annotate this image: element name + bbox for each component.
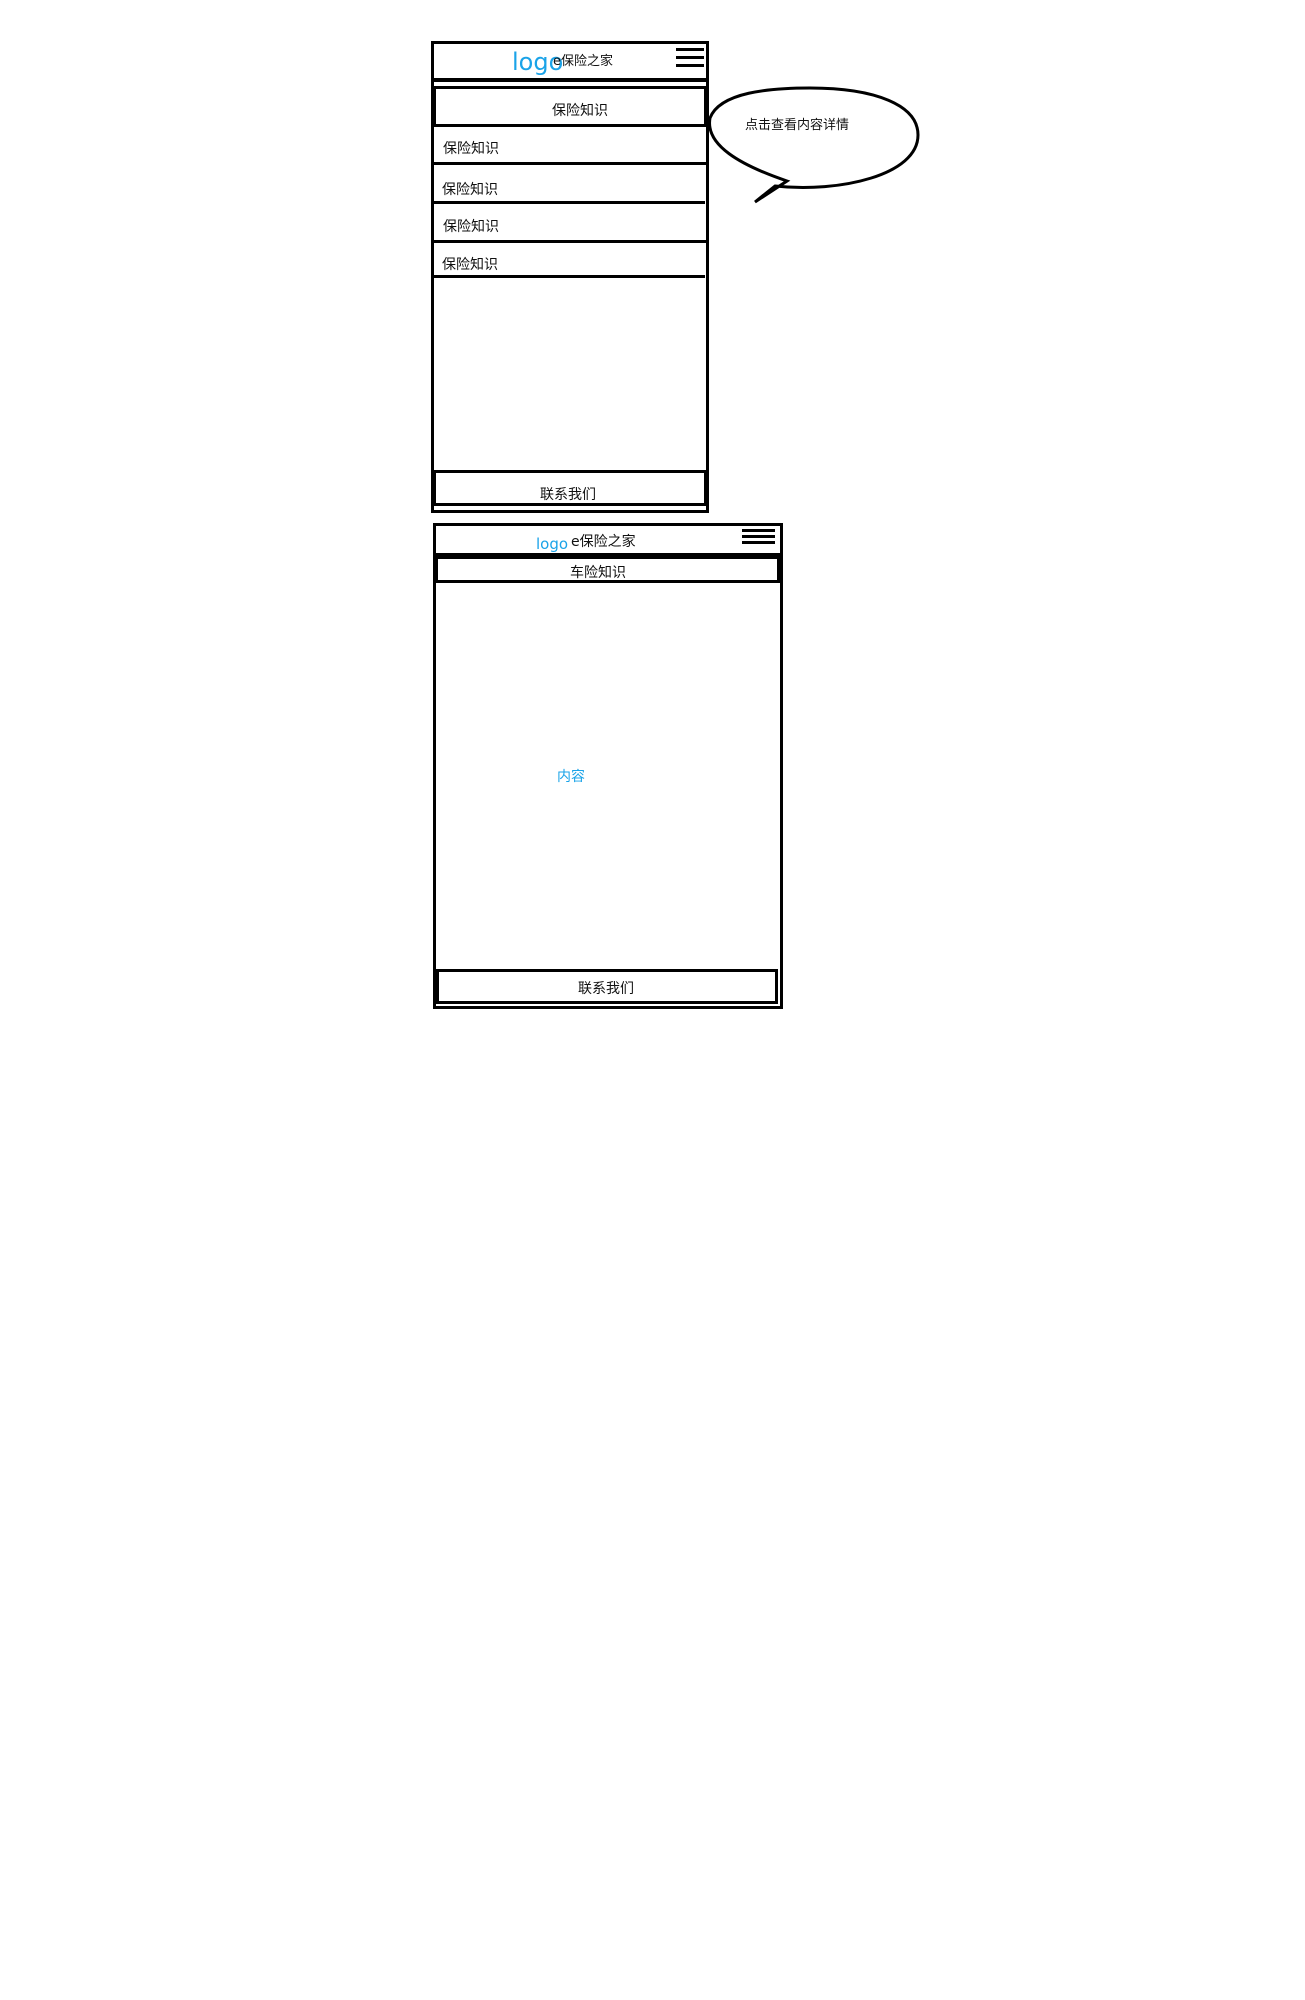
list-item[interactable]: 保险知识: [442, 258, 498, 272]
screen2-frame: [433, 523, 783, 1009]
screen2-title: 车险知识: [570, 565, 626, 581]
screen1-footer-label: 联系我们: [540, 487, 596, 503]
screen1-site-name: e保险之家: [553, 54, 613, 69]
hamburger-icon[interactable]: [742, 529, 775, 549]
screen2-content: 内容: [557, 769, 585, 785]
list-item[interactable]: 保险知识: [442, 183, 498, 197]
list-item[interactable]: 保险知识: [443, 220, 499, 234]
screen2-site-name: e保险之家: [571, 534, 636, 550]
speech-bubble: [708, 86, 920, 204]
screen1-header-divider: [431, 78, 708, 82]
list-item[interactable]: 保险知识: [443, 142, 499, 156]
screen2-logo[interactable]: logo: [536, 537, 568, 552]
list-divider: [433, 162, 707, 165]
screen1-title: 保险知识: [552, 103, 608, 119]
screen2-footer-label: 联系我们: [578, 981, 634, 997]
callout-text: 点击查看内容详情: [745, 118, 850, 133]
list-divider: [433, 240, 707, 243]
hamburger-icon[interactable]: [676, 48, 704, 72]
list-divider: [433, 275, 705, 278]
list-divider: [433, 201, 705, 204]
